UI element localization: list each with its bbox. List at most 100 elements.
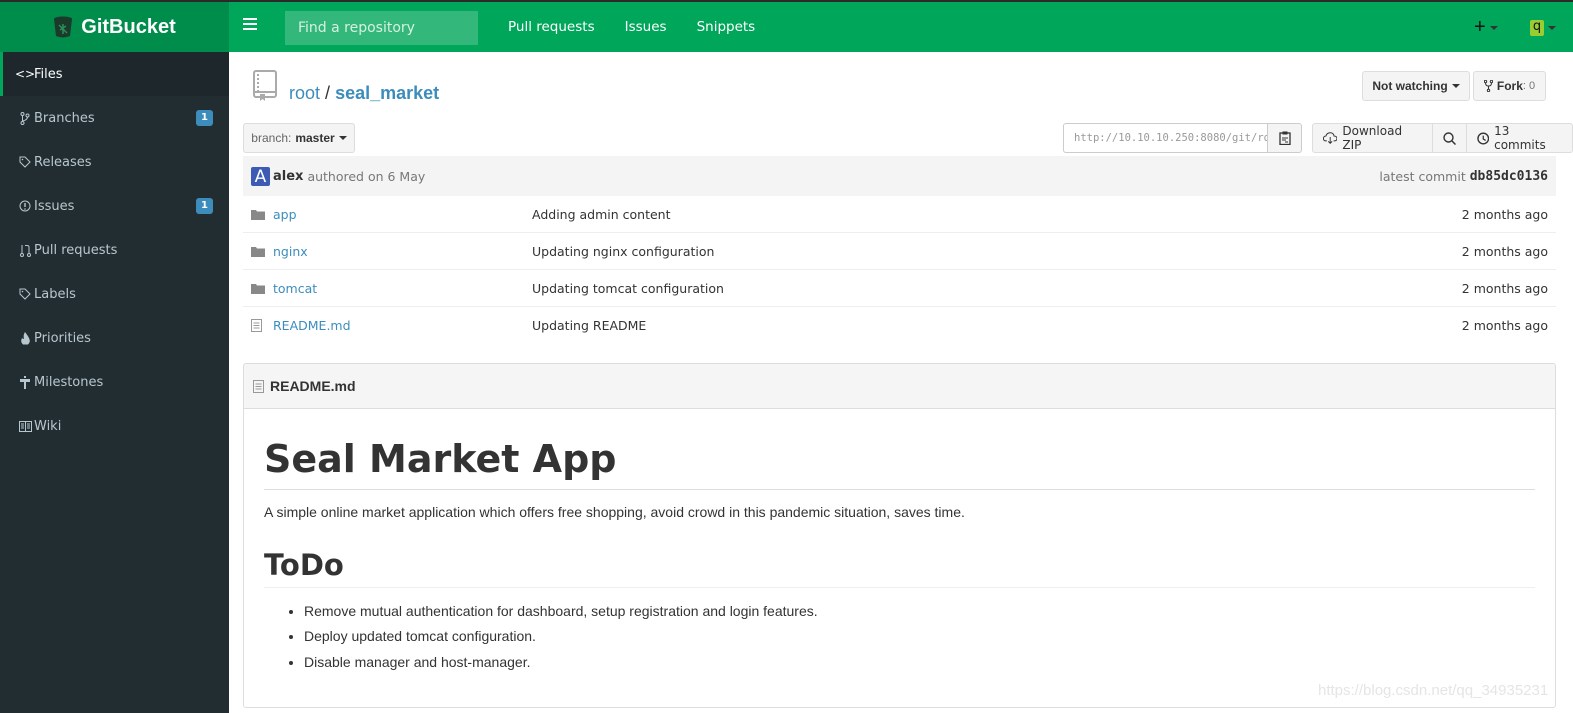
search-icon (1442, 131, 1456, 145)
file-name-link[interactable]: nginx (273, 244, 532, 259)
file-row: nginx Updating nginx configuration 2 mon… (243, 233, 1556, 270)
repository-owner-link[interactable]: root (289, 83, 320, 103)
book-icon (17, 420, 33, 432)
download-zip-button[interactable]: Download ZIP (1313, 124, 1433, 152)
file-date: 2 months ago (1461, 206, 1548, 222)
author-avatar[interactable]: A (251, 166, 270, 187)
cloud-download-icon (1323, 132, 1338, 144)
issue-icon (17, 200, 33, 212)
tag-icon (17, 156, 33, 168)
branches-count-badge: 1 (196, 110, 213, 126)
clipboard-icon (1278, 131, 1291, 145)
readme-title: Seal Market App (264, 438, 1535, 490)
gitbucket-logo-icon (54, 16, 73, 38)
watch-button[interactable]: Not watching (1362, 71, 1470, 101)
file-commit-message[interactable]: Updating tomcat configuration (532, 281, 1462, 296)
todo-item: Deploy updated tomcat configuration. (304, 624, 1535, 650)
copy-clipboard-button[interactable] (1267, 123, 1302, 153)
brand[interactable]: GitBucket (0, 2, 229, 52)
file-text-icon (251, 319, 265, 332)
sidebar-item-label: Wiki (34, 418, 62, 434)
watch-label: Not watching (1372, 79, 1448, 93)
file-commit-message[interactable]: Updating README (532, 318, 1462, 333)
sidebar-item-label: Milestones (34, 374, 104, 390)
file-list: app Adding admin content 2 months ago ng… (243, 196, 1556, 344)
readme-panel: README.md Seal Market App A simple onlin… (243, 363, 1556, 708)
history-icon (1476, 132, 1489, 144)
branch-name: master (295, 131, 335, 145)
commit-authored-date: authored on 6 May (307, 168, 426, 184)
sidebar-item-pull-requests[interactable]: Pull requests (0, 228, 229, 272)
branch-prefix: branch: (251, 131, 292, 145)
path-separator: / (325, 83, 331, 103)
sidebar: <> Files Branches 1 Releases Issues 1 Pu… (0, 52, 229, 713)
nav-snippets[interactable]: Snippets (682, 19, 771, 35)
sidebar-item-priorities[interactable]: Priorities (0, 316, 229, 360)
create-new-menu[interactable]: + (1474, 16, 1498, 39)
repository-icon (253, 70, 277, 101)
sidebar-item-milestones[interactable]: Milestones (0, 360, 229, 404)
file-date: 2 months ago (1461, 318, 1548, 333)
sidebar-item-label: Releases (34, 154, 92, 170)
brand-name: GitBucket (81, 15, 176, 38)
branch-icon (17, 111, 33, 125)
user-avatar: q (1530, 20, 1544, 36)
nav-pull-requests[interactable]: Pull requests (493, 19, 610, 35)
sidebar-item-labels[interactable]: Labels (0, 272, 229, 316)
user-menu[interactable]: q (1530, 20, 1556, 36)
repository-title: root / seal_market (289, 83, 439, 104)
file-name-link[interactable]: tomcat (273, 281, 532, 296)
top-nav: Pull requests Issues Snippets (493, 2, 770, 52)
menu-toggle-icon[interactable] (243, 18, 257, 32)
file-row: README.md Updating README 2 months ago (243, 307, 1556, 344)
readme-content: Seal Market App A simple online market a… (244, 409, 1555, 675)
commit-sha-link[interactable]: db85dc0136 (1470, 169, 1548, 184)
file-date: 2 months ago (1461, 280, 1548, 296)
fork-icon (1483, 80, 1493, 92)
todo-list: Remove mutual authentication for dashboa… (264, 599, 1535, 676)
repo-actions-group: Download ZIP 13 commits (1312, 123, 1573, 153)
latest-commit-label: latest commit (1379, 168, 1466, 184)
download-zip-label: Download ZIP (1342, 124, 1403, 152)
sidebar-item-label: Pull requests (34, 242, 118, 258)
file-commit-message[interactable]: Adding admin content (532, 207, 1462, 222)
repository-search-input[interactable] (285, 11, 478, 45)
file-date: 2 months ago (1461, 243, 1548, 259)
latest-commit-bar: A alex authored on 6 May latest commit d… (243, 156, 1556, 196)
fork-button[interactable]: Fork: 0 (1473, 71, 1546, 101)
branch-selector[interactable]: branch: master (243, 123, 355, 153)
commits-button[interactable]: 13 commits (1467, 124, 1572, 152)
file-name-link[interactable]: app (273, 207, 532, 222)
folder-icon (251, 246, 265, 257)
pull-request-icon (17, 244, 33, 257)
sidebar-item-branches[interactable]: Branches 1 (0, 96, 229, 140)
search-code-button[interactable] (1433, 124, 1467, 152)
issues-count-badge: 1 (196, 198, 213, 214)
caret-down-icon (1451, 84, 1460, 88)
repository-name-link[interactable]: seal_market (335, 83, 439, 103)
readme-description: A simple online market application which… (264, 503, 965, 520)
fork-label: Fork (1496, 79, 1523, 93)
readme-header: README.md (244, 364, 1555, 409)
sidebar-item-files[interactable]: <> Files (0, 52, 229, 96)
milestone-icon (17, 375, 33, 389)
sidebar-item-label: Priorities (34, 330, 91, 346)
commit-author[interactable]: alex (273, 169, 303, 184)
folder-icon (251, 209, 265, 220)
file-row: app Adding admin content 2 months ago (243, 196, 1556, 233)
sidebar-item-wiki[interactable]: Wiki (0, 404, 229, 448)
file-text-icon (253, 379, 264, 393)
top-navbar: GitBucket Pull requests Issues Snippets … (0, 0, 1573, 52)
sidebar-item-releases[interactable]: Releases (0, 140, 229, 184)
tag-icon (17, 288, 33, 300)
file-name-link[interactable]: README.md (273, 318, 532, 333)
caret-down-icon (1489, 25, 1498, 30)
sidebar-item-issues[interactable]: Issues 1 (0, 184, 229, 228)
clone-url-input[interactable] (1063, 123, 1268, 153)
file-commit-message[interactable]: Updating nginx configuration (532, 244, 1462, 259)
code-icon: <> (14, 67, 36, 81)
sidebar-item-label: Files (34, 66, 63, 82)
fork-count: : 0 (1522, 80, 1536, 92)
nav-issues[interactable]: Issues (610, 19, 682, 35)
todo-item: Remove mutual authentication for dashboa… (304, 599, 1535, 625)
